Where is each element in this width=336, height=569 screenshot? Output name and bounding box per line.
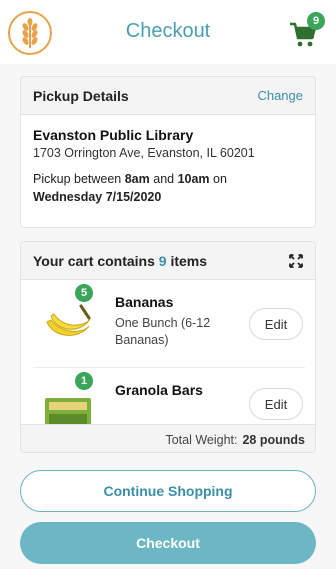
cart-items-list[interactable]: 5 Bananas One Bunch (6-12 Bananas) Edit … (21, 280, 315, 424)
edit-item-button[interactable]: Edit (249, 308, 303, 340)
page-title: Checkout (125, 20, 211, 42)
pickup-date: Wednesday 7/15/2020 (33, 190, 162, 204)
pickup-time-text: Pickup between 8am and 10am on Wednesday… (33, 170, 303, 206)
item-quantity-badge: 5 (75, 284, 93, 302)
total-weight-label: Total Weight: (165, 432, 238, 447)
cart-heading-suffix: items (166, 252, 208, 269)
total-weight-value: 28 pounds (242, 432, 305, 447)
cart-item-granola-bars: 1 Granola Bars Edit (33, 368, 305, 424)
edit-item-button[interactable]: Edit (249, 388, 303, 420)
cart-button[interactable]: 9 (288, 12, 328, 50)
pickup-details-card: Pickup Details Change Evanston Public Li… (20, 76, 316, 228)
cart-item-bananas: 5 Bananas One Bunch (6-12 Bananas) Edit (33, 280, 305, 368)
cart-heading: Your cart contains 9 items (33, 253, 207, 269)
pickup-details-header: Pickup Details Change (21, 77, 315, 115)
pickup-details-heading: Pickup Details (33, 87, 129, 104)
item-description: One Bunch (6-12 Bananas) (115, 316, 211, 347)
pickup-time-prefix: Pickup between (33, 172, 125, 186)
item-name: Granola Bars (115, 382, 203, 398)
expand-icon[interactable] (289, 253, 303, 268)
item-name: Bananas (115, 294, 174, 310)
bananas-image (46, 304, 91, 336)
pickup-location-name: Evanston Public Library (33, 127, 194, 143)
total-weight-row: Total Weight: 28 pounds (21, 424, 315, 452)
pickup-time-end: 10am (177, 172, 210, 186)
cart-card: Your cart contains 9 items 5 Bananas One… (20, 241, 316, 453)
item-quantity-badge: 1 (75, 372, 93, 390)
cart-header: Your cart contains 9 items (21, 242, 315, 280)
granola-bars-image (45, 398, 91, 424)
cart-heading-prefix: Your cart contains (33, 252, 159, 269)
change-pickup-link[interactable]: Change (257, 88, 303, 103)
pickup-time-and: and (149, 172, 178, 186)
continue-shopping-button[interactable]: Continue Shopping (20, 470, 316, 512)
app-header: Checkout 9 (0, 0, 336, 64)
pickup-location-address: 1703 Orrington Ave, Evanston, IL 60201 (33, 146, 255, 160)
cart-item-count: 9 (158, 252, 167, 269)
pickup-time-start: 8am (124, 172, 150, 186)
pickup-time-on: on (209, 172, 227, 186)
cart-count-badge: 9 (307, 12, 325, 30)
checkout-button[interactable]: Checkout (20, 522, 316, 564)
